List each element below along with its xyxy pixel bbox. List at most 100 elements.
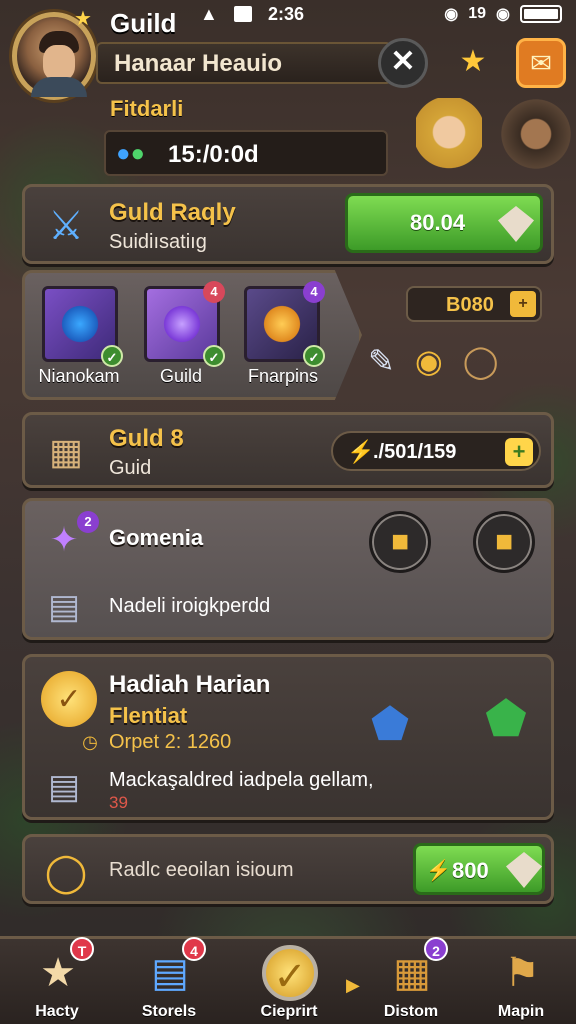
daily-reward-panel: ✓ Hadiah Harian Flentiat ◷ Orpet 2: 1260…	[22, 654, 554, 820]
coins-icon[interactable]: ◯	[463, 342, 499, 380]
rally-button[interactable]: 80.04	[345, 193, 543, 253]
nav-label: Storels	[141, 1003, 197, 1020]
guild-title: Guld 8	[109, 425, 184, 452]
bolt-icon: ⚡	[426, 860, 451, 882]
scroll-icon[interactable]: ✎	[368, 342, 395, 380]
nav-badge: 4	[182, 937, 206, 961]
general-panel: ✦ 2 Gomenia ■ ■ ▤ Nadeli iroigkperdd	[22, 498, 554, 640]
shield-icon	[257, 299, 307, 349]
rally-panel: ⚔ Guld Raqly Suidiısatiıg 80.04	[22, 184, 554, 264]
timer-icons: ●●	[116, 140, 145, 168]
treasure-icon: ▦	[48, 431, 83, 472]
nav-item-mapin[interactable]: ⚑ Mapin	[466, 939, 576, 1024]
upgrade-badge: ✓	[303, 345, 325, 367]
nav-label: Distom	[383, 1003, 439, 1020]
avatar-body	[31, 77, 87, 97]
timer-text: 15:/0:0d	[168, 141, 259, 168]
coin-icon: ✓	[262, 945, 318, 1001]
guild-panel: ▦ Guld 8 Guid ⚡ ./501/159 +	[22, 412, 554, 488]
avatar-face	[43, 45, 75, 81]
close-button[interactable]: ✕	[378, 38, 428, 88]
bottom-text: Radlc eeoilan isioum	[109, 859, 294, 881]
bolt-icon: ⚡	[347, 439, 375, 464]
daily-sub: Flentiat	[109, 703, 188, 728]
daily-note: Mackaşaldred iadpela gellam,	[109, 769, 374, 791]
battery-icon	[520, 5, 562, 23]
nav-item-distom[interactable]: ▦ 2 Distom	[356, 937, 466, 1024]
bottom-button-value: 800	[452, 858, 489, 883]
daily-note-count: 39	[109, 793, 128, 812]
card-label-1: Nianokam	[38, 366, 120, 386]
leaf-icon: ●	[130, 140, 146, 167]
heroes-illustration	[408, 92, 576, 188]
general-note: Nadeli iroigkperdd	[109, 595, 271, 617]
bottom-action-button[interactable]: ⚡ 800	[413, 843, 545, 895]
upgrade-badge: ✓	[203, 345, 225, 367]
bottom-action-panel: ◯ Radlc eeoilan isioum ⚡ 800	[22, 834, 554, 904]
staff-icon	[55, 299, 105, 349]
reward-box-slot[interactable]: ■	[473, 511, 535, 573]
ticket-icon: ▤	[47, 588, 81, 626]
rank-star-icon: ★	[74, 8, 92, 30]
item-card-3[interactable]: 4 ✓	[244, 281, 325, 367]
shield-sword-icon: ⚔	[48, 204, 84, 248]
green-gem-icon[interactable]: ⬟	[479, 687, 533, 751]
settings-icon: ◉	[496, 6, 510, 23]
player-name-bar[interactable]: Hanaar Heauio	[96, 42, 392, 84]
bottom-nav: ★ T Hacty ▤ 4 Storels ✓ Cieprirt ▶ ▦ 2 D…	[0, 936, 576, 1024]
status-right: ◉ 19 ◉	[444, 4, 562, 24]
nav-label: Mapin	[497, 1003, 545, 1020]
count-badge: 4	[303, 281, 325, 303]
daily-title: Hadiah Harian	[109, 671, 271, 698]
gold-shield-icon: ◯	[44, 851, 88, 894]
notification-icon	[234, 6, 252, 22]
gem-icon	[506, 852, 542, 888]
plus-icon[interactable]: +	[505, 438, 533, 466]
gold-medal-icon: ✓	[41, 671, 97, 727]
hero-male-portrait	[498, 98, 574, 188]
alarm-icon: ◉	[444, 6, 459, 23]
guild-subtitle: Guid	[109, 457, 152, 479]
guild-bar-value: ./501/159	[373, 441, 457, 463]
item-card-2[interactable]: 4 ✓	[144, 281, 225, 367]
nav-item-hacty[interactable]: ★ T Hacty	[2, 937, 112, 1024]
rally-subtitle: Suidiısatiıg	[109, 231, 207, 253]
guild-energy-bar: ⚡ ./501/159 +	[331, 431, 541, 471]
daily-sub2: Orpet 2: 1260	[109, 731, 232, 753]
clock-icon: ◷	[82, 731, 98, 752]
general-title: Gomenia	[109, 525, 204, 550]
nav-badge: T	[70, 937, 94, 961]
gem-icon	[498, 206, 534, 242]
player-name: Hanaar Heauio	[114, 50, 283, 77]
crystal-icon	[157, 299, 207, 349]
nav-label: Hacty	[35, 1003, 79, 1020]
small-items: ✎ ◉ ◯	[368, 342, 499, 380]
hero-female-portrait	[416, 98, 482, 188]
achievement-star-icon[interactable]: ★	[448, 38, 498, 88]
signal-text: 19	[468, 5, 487, 22]
ticket-icon: ▤	[47, 768, 81, 806]
price-box[interactable]: B080 +	[406, 286, 542, 322]
general-badge: 2	[77, 511, 99, 533]
nav-item-storels[interactable]: ▤ 4 Storels	[114, 937, 224, 1024]
timer-box: ●● 15:/0:0d	[104, 130, 388, 176]
count-badge: 4	[203, 281, 225, 303]
status-time: 2:36	[268, 4, 305, 24]
card-label-2: Guild	[159, 366, 203, 386]
upgrade-badge: ✓	[101, 345, 123, 367]
nav-label: Cieprirt	[260, 1003, 318, 1020]
items-panel: ✓ 4 ✓ 4 ✓ Nianokam Guild Fnarpins B080 +…	[22, 270, 554, 400]
rally-button-value: 80.04	[410, 210, 466, 235]
nav-item-cieprirt[interactable]: ✓ Cieprirt	[234, 939, 344, 1024]
mail-icon[interactable]: ✉	[516, 38, 566, 88]
medal-icon[interactable]: ◉	[415, 342, 443, 380]
card-label-3: Fnarpins	[247, 366, 319, 386]
wifi-icon: ▲	[200, 4, 218, 24]
sub-label: Fitdarli	[110, 96, 184, 121]
pin-icon: ●	[116, 140, 131, 167]
blue-rune-icon[interactable]: ⬟	[363, 697, 417, 751]
price-text: B080	[446, 294, 494, 316]
reward-chest-slot[interactable]: ■	[369, 511, 431, 573]
plus-icon[interactable]: +	[510, 291, 536, 317]
item-card-1[interactable]: ✓	[42, 286, 123, 367]
